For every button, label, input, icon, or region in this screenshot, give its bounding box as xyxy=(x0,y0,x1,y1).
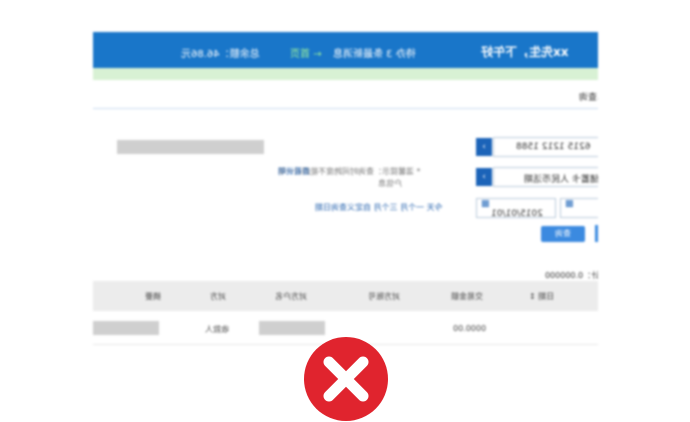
column-header-account: 对方账号 xyxy=(368,292,400,301)
calendar-icon: ▦ xyxy=(481,199,490,209)
account-select[interactable]: 6215 1212 1588 xyxy=(493,137,598,157)
column-header-date[interactable]: 日期 ↕ xyxy=(529,291,554,302)
hint-text-2: 户信息 xyxy=(378,179,402,188)
notice-bar xyxy=(93,68,598,80)
help-link[interactable]: 查看说明 xyxy=(278,166,310,177)
home-link[interactable]: ← 首页 xyxy=(290,45,322,60)
calendar-icon: ▦ xyxy=(565,199,574,209)
breadcrumb: 账单查询 xyxy=(579,93,598,103)
placeholder-block xyxy=(93,321,159,335)
column-header-party: 对方 xyxy=(210,292,226,301)
reset-button-edge[interactable] xyxy=(595,225,598,242)
divider xyxy=(93,108,598,109)
messages-link[interactable]: 待办 3 条最新消息 xyxy=(333,45,416,60)
balance-text: 总余额：46.86元 xyxy=(181,49,260,60)
chevron-down-icon[interactable]: ‹ xyxy=(476,168,492,186)
table-cell-party: 收款人 xyxy=(205,325,229,334)
placeholder-block xyxy=(117,140,264,154)
table-cell-amount: 0000.00 xyxy=(453,324,487,333)
greeting: xx先生，下午好 xyxy=(481,45,569,59)
blurred-screenshot: 总余额：46.86元 ← 首页 待办 3 条最新消息 xx先生，下午好 账单查询… xyxy=(93,32,598,352)
table-header xyxy=(93,281,598,311)
column-header-summary: 摘要 xyxy=(145,292,161,301)
placeholder-block xyxy=(259,321,325,335)
column-header-name: 对方户名 xyxy=(275,292,307,301)
query-button[interactable]: 查询 xyxy=(541,226,585,242)
chevron-down-icon[interactable]: ‹ xyxy=(476,138,492,156)
column-header-amount: 交易金额 xyxy=(451,292,483,301)
quick-range-links[interactable]: 今天 一个月 三个月 自定义查询日期 xyxy=(315,202,443,213)
close-icon xyxy=(304,337,388,421)
end-date-field[interactable]: ▦ xyxy=(560,198,598,218)
summary-total: 合计：0.000000 xyxy=(545,271,598,280)
card-type-select[interactable]: 储蓄卡 人民币活期 xyxy=(493,167,598,187)
start-date-field[interactable]: ▦ 2015/01/01 xyxy=(476,198,556,219)
